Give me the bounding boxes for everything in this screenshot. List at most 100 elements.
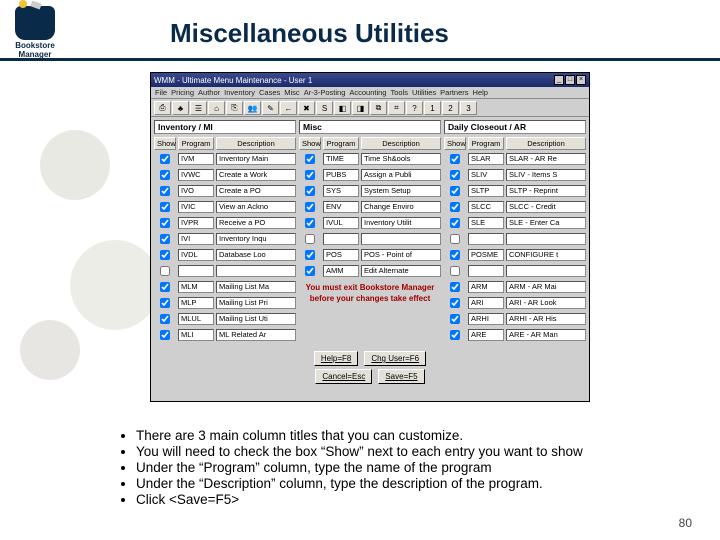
minimize-button[interactable]: _ (554, 75, 564, 85)
show-checkbox[interactable] (160, 186, 170, 196)
toolbar-button-13[interactable]: ⌗ (388, 101, 405, 115)
description-field[interactable]: Create a PO (216, 185, 296, 197)
description-field[interactable]: Edit Alternate (361, 265, 441, 277)
show-checkbox[interactable] (450, 218, 460, 228)
show-checkbox[interactable] (305, 202, 315, 212)
description-field[interactable]: Mailing List Ma (216, 281, 296, 293)
description-field[interactable]: SLIV - Items S (506, 169, 586, 181)
show-checkbox[interactable] (450, 234, 460, 244)
toolbar-button-1[interactable]: ♣ (172, 101, 189, 115)
menu-item-misc[interactable]: Misc (283, 88, 300, 97)
program-field[interactable]: MLUL (178, 313, 214, 325)
toolbar-button-0[interactable]: ⎙ (154, 101, 171, 115)
program-field[interactable]: SLE (468, 217, 504, 229)
description-field[interactable]: ARE - AR Man (506, 329, 586, 341)
toolbar-button-5[interactable]: 👥 (244, 101, 261, 115)
description-field[interactable]: Change Enviro (361, 201, 441, 213)
show-checkbox[interactable] (305, 234, 315, 244)
program-field[interactable] (468, 233, 504, 245)
maximize-button[interactable]: □ (565, 75, 575, 85)
toolbar-button-6[interactable]: ✎ (262, 101, 279, 115)
cancel-button[interactable]: Cancel=Esc (315, 369, 372, 384)
description-field[interactable]: View an Ackno (216, 201, 296, 213)
description-field[interactable]: SLAR - AR Re (506, 153, 586, 165)
description-field[interactable]: ARI - AR Look (506, 297, 586, 309)
description-field[interactable]: Mailing List Pri (216, 297, 296, 309)
show-checkbox[interactable] (450, 266, 460, 276)
show-checkbox[interactable] (450, 314, 460, 324)
show-checkbox[interactable] (160, 298, 170, 308)
description-field[interactable] (361, 233, 441, 245)
show-checkbox[interactable] (160, 282, 170, 292)
show-checkbox[interactable] (450, 170, 460, 180)
description-field[interactable]: Inventory Utilit (361, 217, 441, 229)
toolbar-button-2[interactable]: ☰ (190, 101, 207, 115)
program-field[interactable]: SYS (323, 185, 359, 197)
description-field[interactable]: ARHI - AR His (506, 313, 586, 325)
show-checkbox[interactable] (450, 202, 460, 212)
close-button[interactable]: × (576, 75, 586, 85)
description-field[interactable]: Receive a PO (216, 217, 296, 229)
program-field[interactable] (468, 265, 504, 277)
toolbar-button-7[interactable]: ← (280, 101, 297, 115)
show-checkbox[interactable] (450, 186, 460, 196)
show-checkbox[interactable] (450, 154, 460, 164)
help-button[interactable]: Help=F8 (314, 351, 358, 366)
show-checkbox[interactable] (160, 234, 170, 244)
menu-item-help[interactable]: Help (472, 88, 489, 97)
program-field[interactable]: POS (323, 249, 359, 261)
description-field[interactable] (216, 265, 296, 277)
program-field[interactable]: SLTP (468, 185, 504, 197)
show-checkbox[interactable] (160, 218, 170, 228)
show-checkbox[interactable] (160, 154, 170, 164)
program-field[interactable]: IVO (178, 185, 214, 197)
menu-item-author[interactable]: Author (197, 88, 221, 97)
description-field[interactable]: System Setup (361, 185, 441, 197)
program-field[interactable]: MLI (178, 329, 214, 341)
program-field[interactable]: POSME (468, 249, 504, 261)
description-field[interactable]: POS - Point of (361, 249, 441, 261)
show-checkbox[interactable] (305, 250, 315, 260)
menu-item-inventory[interactable]: Inventory (223, 88, 256, 97)
show-checkbox[interactable] (450, 250, 460, 260)
description-field[interactable]: Mailing List Uti (216, 313, 296, 325)
program-field[interactable] (178, 265, 214, 277)
description-field[interactable] (506, 265, 586, 277)
menu-item-ar-3-posting[interactable]: Ar-3-Posting (303, 88, 347, 97)
show-checkbox[interactable] (160, 250, 170, 260)
toolbar-button-12[interactable]: ⧉ (370, 101, 387, 115)
program-field[interactable]: PUBS (323, 169, 359, 181)
show-checkbox[interactable] (305, 266, 315, 276)
description-field[interactable] (506, 233, 586, 245)
toolbar-button-8[interactable]: ✖ (298, 101, 315, 115)
description-field[interactable]: CONFIGURE t (506, 249, 586, 261)
toolbar-button-15[interactable]: 1 (424, 101, 441, 115)
toolbar-button-9[interactable]: S (316, 101, 333, 115)
program-field[interactable]: SLIV (468, 169, 504, 181)
program-field[interactable]: IVUL (323, 217, 359, 229)
program-field[interactable]: ARE (468, 329, 504, 341)
show-checkbox[interactable] (450, 298, 460, 308)
description-field[interactable]: Database Loo (216, 249, 296, 261)
toolbar-button-4[interactable]: ⎘ (226, 101, 243, 115)
show-checkbox[interactable] (450, 282, 460, 292)
show-checkbox[interactable] (305, 218, 315, 228)
toolbar-button-10[interactable]: ◧ (334, 101, 351, 115)
toolbar-button-3[interactable]: ⌂ (208, 101, 225, 115)
program-field[interactable]: TIME (323, 153, 359, 165)
description-field[interactable]: Time Sh&ools (361, 153, 441, 165)
program-field[interactable]: IVIC (178, 201, 214, 213)
program-field[interactable]: IVM (178, 153, 214, 165)
menu-item-cases[interactable]: Cases (258, 88, 281, 97)
menu-item-file[interactable]: File (154, 88, 168, 97)
description-field[interactable]: Inventory Main (216, 153, 296, 165)
toolbar-button-16[interactable]: 2 (442, 101, 459, 115)
program-field[interactable]: ARI (468, 297, 504, 309)
save-button[interactable]: Save=F5 (378, 369, 424, 384)
program-field[interactable] (323, 233, 359, 245)
program-field[interactable]: ARM (468, 281, 504, 293)
menu-item-partners[interactable]: Partners (439, 88, 469, 97)
program-field[interactable]: IVPR (178, 217, 214, 229)
program-field[interactable]: IVDL (178, 249, 214, 261)
description-field[interactable]: Inventory Inqu (216, 233, 296, 245)
